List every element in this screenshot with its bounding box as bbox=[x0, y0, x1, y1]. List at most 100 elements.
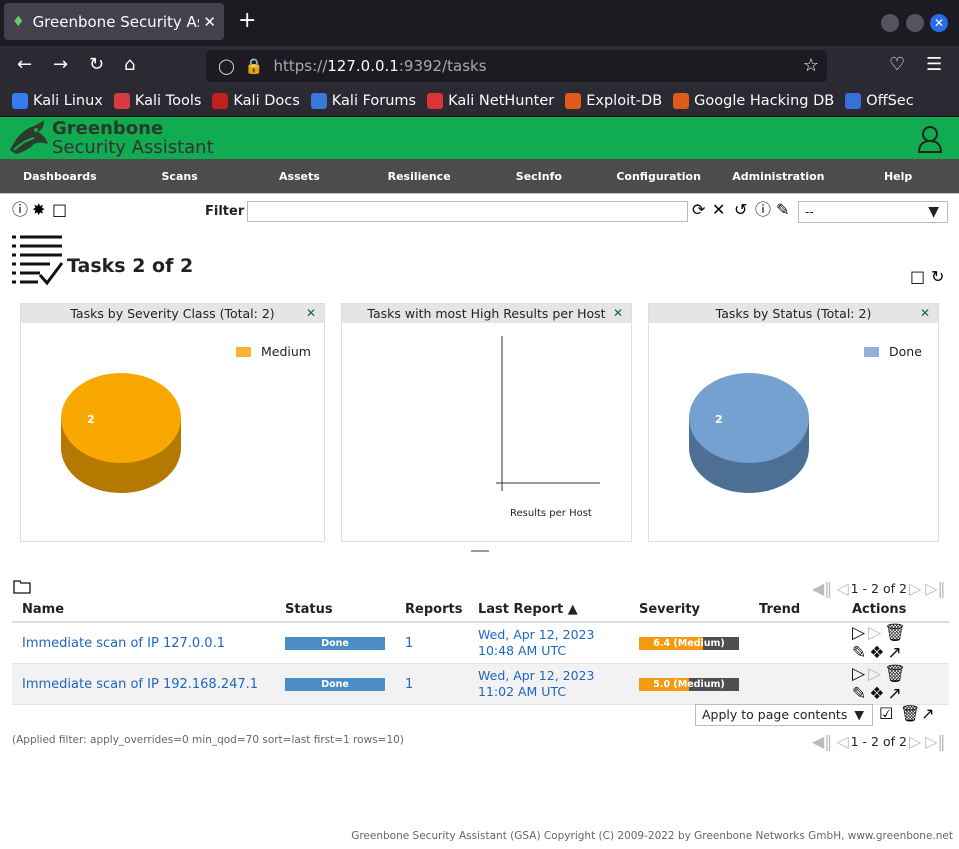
new-task-icon[interactable]: □ bbox=[52, 201, 67, 219]
bookmark-item[interactable]: Exploit-DB bbox=[565, 93, 662, 109]
clear-filter-icon[interactable]: ✕ bbox=[712, 201, 725, 219]
browser-tab[interactable]: ♦ Greenbone Security Assista ✕ bbox=[4, 3, 224, 40]
legend-swatch bbox=[236, 346, 251, 357]
status-bar[interactable]: Done bbox=[285, 636, 385, 650]
wizard-icon[interactable]: ✸ bbox=[32, 201, 45, 219]
back-icon[interactable]: ← bbox=[17, 54, 32, 76]
col-status[interactable]: Status bbox=[275, 598, 395, 623]
close-icon[interactable]: ✕ bbox=[920, 304, 930, 323]
clone-icon[interactable]: ❖ bbox=[869, 684, 887, 704]
bookmark-star-icon[interactable]: ☆ bbox=[803, 55, 819, 76]
task-name-link[interactable]: Immediate scan of IP 192.168.247.1 bbox=[22, 677, 258, 692]
menu-item-secinfo[interactable]: SecInfo bbox=[479, 170, 599, 183]
bookmark-item[interactable]: OffSec bbox=[845, 93, 914, 109]
bookmark-item[interactable]: Kali Linux bbox=[12, 93, 103, 109]
window-close-button[interactable]: ✕ bbox=[930, 14, 948, 32]
last-page-icon[interactable]: ▷‖ bbox=[925, 579, 945, 598]
menu-icon[interactable]: ☰ bbox=[926, 54, 942, 76]
clone-icon[interactable]: ❖ bbox=[869, 643, 887, 663]
bulk-delete-icon[interactable]: 🗑 bbox=[900, 705, 920, 723]
help-icon[interactable]: ⓘ bbox=[12, 201, 28, 219]
dashboard-title: Tasks with most High Results per Host bbox=[367, 306, 606, 321]
maximize-button[interactable] bbox=[906, 14, 924, 32]
reports-link[interactable]: 1 bbox=[405, 636, 413, 651]
edit-filter-icon[interactable]: ✎ bbox=[776, 201, 789, 219]
menu-item-administration[interactable]: Administration bbox=[719, 170, 839, 183]
edit-icon[interactable]: ✎ bbox=[852, 684, 869, 704]
menu-item-dashboards[interactable]: Dashboards bbox=[0, 170, 120, 183]
menu-item-resilience[interactable]: Resilience bbox=[359, 170, 479, 183]
filter-input[interactable] bbox=[247, 201, 688, 222]
dashboard-header[interactable]: Tasks by Severity Class (Total: 2) ✕ bbox=[21, 304, 324, 323]
reset-filter-icon[interactable]: ↺ bbox=[734, 201, 747, 219]
last-report-link[interactable]: Wed, Apr 12, 2023 11:02 AM UTC bbox=[478, 668, 594, 699]
bookmark-item[interactable]: Google Hacking DB bbox=[673, 93, 834, 109]
bulk-export-icon[interactable]: ↗ bbox=[921, 705, 934, 723]
next-page-icon[interactable]: ▷ bbox=[909, 579, 921, 598]
lock-icon[interactable]: 🔒 bbox=[245, 57, 264, 75]
severity-pie-chart[interactable]: 2 bbox=[59, 368, 184, 498]
col-severity[interactable]: Severity bbox=[629, 598, 749, 623]
filter-select[interactable]: -- ▼ bbox=[798, 201, 948, 223]
home-icon[interactable]: ⌂ bbox=[124, 54, 135, 76]
export-icon[interactable]: ↗ bbox=[888, 643, 905, 663]
export-icon[interactable]: ↗ bbox=[888, 684, 905, 704]
delete-icon[interactable]: 🗑 bbox=[884, 664, 909, 684]
next-page-icon[interactable]: ▷ bbox=[909, 732, 921, 751]
delete-icon[interactable]: 🗑 bbox=[884, 623, 909, 643]
reports-cell: 1 bbox=[395, 622, 468, 664]
filter-help-icon[interactable]: ⓘ bbox=[755, 201, 771, 219]
col-reports[interactable]: Reports bbox=[395, 598, 468, 623]
new-tab-icon[interactable]: + bbox=[238, 10, 256, 32]
tab-close-icon[interactable]: ✕ bbox=[203, 13, 216, 31]
user-icon[interactable] bbox=[917, 125, 943, 153]
bookmark-item[interactable]: Kali Tools bbox=[113, 93, 201, 109]
tag-icon[interactable]: ☑ bbox=[879, 705, 893, 723]
reset-dashboard-icon[interactable]: ↻ bbox=[931, 268, 944, 286]
bookmark-item[interactable]: Kali Docs bbox=[212, 93, 300, 109]
edit-icon[interactable]: ✎ bbox=[852, 643, 869, 663]
legend-item[interactable]: Medium bbox=[236, 344, 311, 359]
pie-slice-medium[interactable] bbox=[61, 373, 181, 463]
last-report-link[interactable]: Wed, Apr 12, 2023 10:48 AM UTC bbox=[478, 627, 594, 658]
menu-item-help[interactable]: Help bbox=[838, 170, 958, 183]
prev-page-icon[interactable]: ◁ bbox=[836, 732, 848, 751]
start-icon[interactable]: ▷ bbox=[852, 623, 868, 643]
first-page-icon[interactable]: ◀‖ bbox=[812, 579, 832, 598]
start-icon[interactable]: ▷ bbox=[852, 664, 868, 684]
menu-item-scans[interactable]: Scans bbox=[120, 170, 240, 183]
last-page-icon[interactable]: ▷‖ bbox=[925, 732, 945, 751]
shield-icon[interactable]: ◯ bbox=[218, 57, 235, 75]
prev-page-icon[interactable]: ◁ bbox=[836, 579, 848, 598]
refresh-filter-icon[interactable]: ⟳ bbox=[692, 201, 705, 219]
url-bar[interactable]: ◯ 🔒 https://127.0.0.1:9392/tasks ☆ bbox=[206, 50, 827, 82]
reload-icon[interactable]: ↻ bbox=[89, 54, 104, 76]
close-icon[interactable]: ✕ bbox=[306, 304, 316, 323]
reports-link[interactable]: 1 bbox=[405, 677, 413, 692]
col-last-report[interactable]: Last Report ▲ bbox=[468, 598, 629, 623]
legend-item[interactable]: Done bbox=[864, 344, 922, 359]
menu-item-assets[interactable]: Assets bbox=[240, 170, 360, 183]
status-bar[interactable]: Done bbox=[285, 677, 385, 691]
menu-item-configuration[interactable]: Configuration bbox=[599, 170, 719, 183]
first-page-icon[interactable]: ◀‖ bbox=[812, 732, 832, 751]
task-name-link[interactable]: Immediate scan of IP 127.0.0.1 bbox=[22, 636, 225, 651]
bookmark-item[interactable]: Kali NetHunter bbox=[427, 93, 554, 109]
dashboard-resize-handle[interactable] bbox=[471, 550, 489, 552]
minimize-button[interactable] bbox=[881, 14, 899, 32]
bulk-action-select[interactable]: Apply to page contents ▼ bbox=[695, 704, 873, 726]
col-name[interactable]: Name bbox=[12, 598, 275, 623]
close-icon[interactable]: ✕ bbox=[613, 304, 623, 323]
bookmark-item[interactable]: Kali Forums bbox=[310, 93, 416, 109]
folder-icon[interactable] bbox=[13, 579, 31, 594]
status-pie-chart[interactable]: 2 bbox=[687, 368, 812, 498]
forward-icon[interactable]: → bbox=[53, 54, 68, 76]
dashboard-header[interactable]: Tasks by Status (Total: 2) ✕ bbox=[649, 304, 938, 323]
dashboard-header[interactable]: Tasks with most High Results per Host ✕ bbox=[342, 304, 631, 323]
url-path: :9392/tasks bbox=[398, 57, 487, 75]
greenbone-logo-icon[interactable] bbox=[8, 120, 50, 156]
add-dashboard-icon[interactable]: □ bbox=[910, 268, 925, 286]
pie-slice-done[interactable] bbox=[689, 373, 809, 463]
col-trend[interactable]: Trend bbox=[749, 598, 842, 623]
pocket-icon[interactable]: ♡ bbox=[889, 54, 905, 76]
